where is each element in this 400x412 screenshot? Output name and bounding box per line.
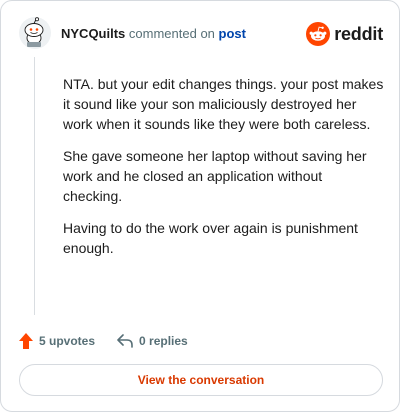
comment-body: NTA. but your edit changes things. your …: [63, 74, 385, 270]
comment-actions: 5 upvotes 0 replies: [19, 331, 210, 351]
reddit-brand[interactable]: reddit: [306, 21, 383, 47]
reply-count: 0 replies: [139, 334, 188, 348]
reply-arrow-icon: [117, 334, 133, 348]
commented-on-text: commented on: [128, 26, 215, 41]
reddit-wordmark: reddit: [334, 23, 383, 44]
username-link[interactable]: NYCQuilts: [61, 26, 125, 41]
comment-paragraph-3: Having to do the work over again is puni…: [63, 220, 358, 256]
comment-paragraph-2: She gave someone her laptop without savi…: [63, 148, 367, 204]
view-conversation-button[interactable]: View the conversation: [19, 364, 383, 396]
upvote-arrow-icon: [19, 333, 33, 349]
comment-meta: NYCQuilts commented on post: [61, 26, 246, 42]
comment-header: NYCQuilts commented on post reddit: [19, 17, 383, 53]
thread-line: [34, 57, 35, 315]
snoo-avatar-icon[interactable]: [19, 17, 51, 49]
embedded-comment-card: NYCQuilts commented on post reddit NTA. …: [0, 0, 400, 412]
upvote-button[interactable]: 5 upvotes: [19, 333, 95, 349]
reddit-logo-icon: [306, 22, 331, 46]
upvote-count: 5 upvotes: [39, 334, 96, 348]
post-link[interactable]: post: [219, 26, 246, 41]
reply-button[interactable]: 0 replies: [117, 334, 188, 348]
comment-paragraph-1: NTA. but your edit changes things. your …: [63, 76, 384, 132]
